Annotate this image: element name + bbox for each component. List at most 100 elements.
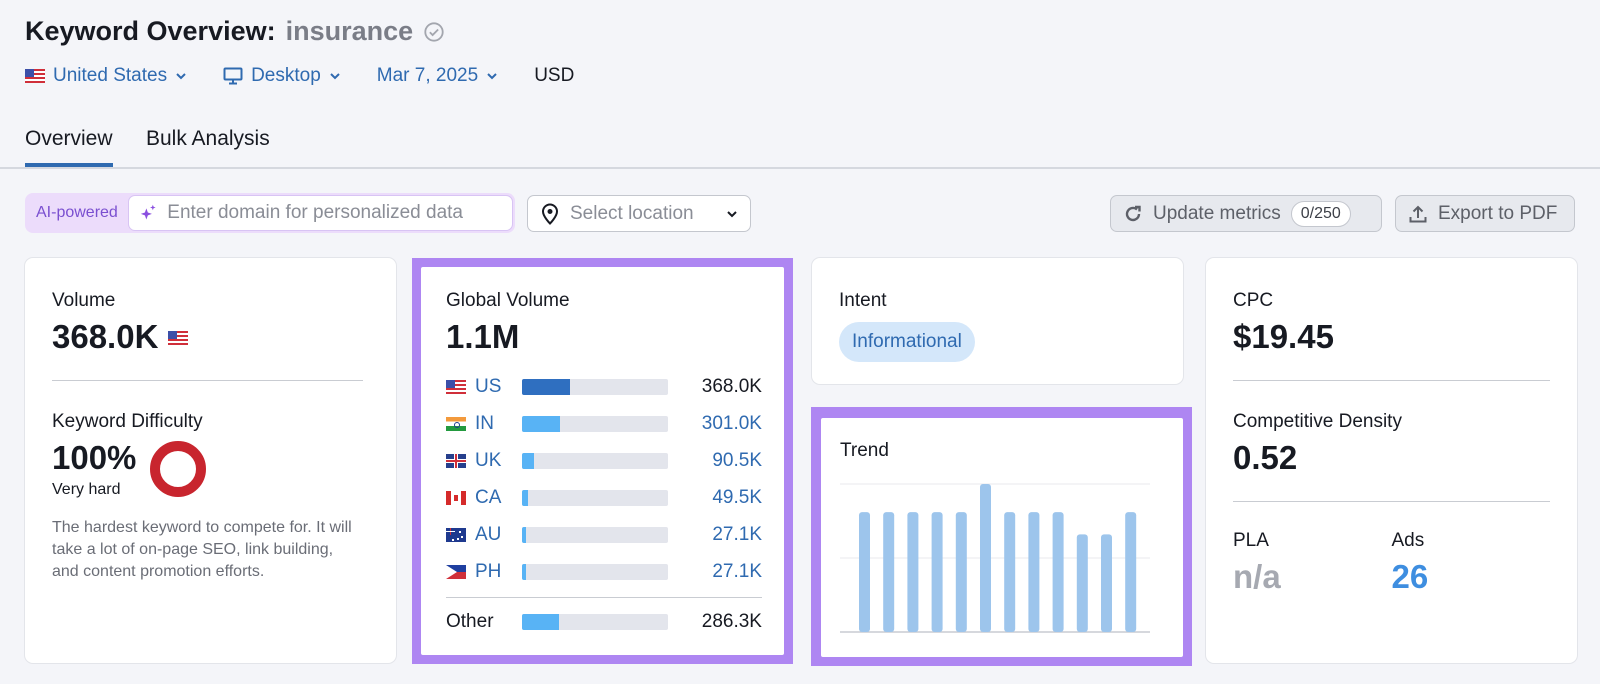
trend-bar-4[interactable] — [931, 512, 943, 632]
country-code[interactable]: PH — [475, 561, 522, 583]
ai-powered-label: AI-powered — [36, 204, 118, 221]
device-dropdown[interactable]: Desktop — [223, 65, 341, 87]
us-flag-icon — [25, 69, 45, 83]
ca-flag-icon — [446, 490, 466, 505]
chevron-down-icon — [176, 73, 186, 80]
country-volume-list: US 368.0K IN 301.0K UK 90.5K CA 49.5K AU 27.1K PH 2… — [446, 368, 762, 590]
divider — [52, 380, 363, 381]
tab-overview[interactable]: Overview — [25, 127, 113, 167]
intent-badge[interactable]: Informational — [839, 322, 975, 362]
volume-bar — [522, 526, 668, 543]
page-header: Keyword Overview: insurance United State… — [25, 16, 574, 87]
difficulty-ring-icon — [150, 441, 207, 497]
desktop-icon — [223, 67, 243, 85]
trend-bar-7[interactable] — [1004, 512, 1016, 632]
trend-bar-5[interactable] — [955, 512, 967, 632]
country-code[interactable]: UK — [475, 450, 522, 472]
location-select[interactable]: Select location — [527, 195, 751, 232]
date-dropdown[interactable]: Mar 7, 2025 — [377, 65, 498, 87]
currency-label: USD — [534, 65, 575, 86]
divider — [1233, 501, 1550, 502]
other-volume-value: 286.3K — [701, 610, 762, 632]
cpc-card: CPC $19.45 Competitive Density 0.52 PLA … — [1206, 258, 1577, 663]
upload-icon — [1409, 205, 1427, 222]
volume-bar — [522, 452, 668, 469]
trend-label: Trend — [840, 440, 889, 461]
export-pdf-label: Export to PDF — [1438, 202, 1558, 224]
ads-value[interactable]: 26 — [1392, 558, 1551, 596]
volume-bar — [522, 563, 668, 580]
trend-bar-11[interactable] — [1101, 534, 1112, 632]
domain-input-wrap[interactable] — [127, 195, 513, 231]
divider — [1233, 380, 1550, 381]
country-row-other[interactable]: Other 286.3K — [446, 603, 762, 640]
sparkle-icon — [140, 204, 156, 220]
location-placeholder: Select location — [570, 202, 694, 224]
volume-bar — [522, 489, 668, 506]
country-volume-value[interactable]: 27.1K — [712, 561, 762, 583]
export-pdf-button[interactable]: Export to PDF — [1395, 195, 1575, 232]
country-code[interactable]: US — [475, 376, 522, 398]
page-title: Keyword Overview: — [25, 16, 276, 46]
ph-flag-icon — [446, 564, 466, 579]
country-row-ca[interactable]: CA 49.5K — [446, 479, 762, 516]
country-code[interactable]: IN — [475, 413, 522, 435]
volume-card: Volume 368.0K Keyword Difficulty 100% Ve… — [25, 258, 396, 663]
volume-value: 368.0K — [52, 318, 159, 355]
in-flag-icon — [446, 416, 466, 431]
country-volume-value: 368.0K — [701, 375, 762, 397]
trend-bar-3[interactable] — [907, 512, 919, 632]
tab-bulk-analysis[interactable]: Bulk Analysis — [146, 127, 270, 163]
pla-label: PLA — [1233, 530, 1269, 551]
keyword-difficulty-label: Keyword Difficulty — [52, 411, 203, 432]
country-row-in[interactable]: IN 301.0K — [446, 405, 762, 442]
us-flag-icon — [168, 331, 189, 345]
country-volume-value[interactable]: 90.5K — [712, 450, 762, 472]
uk-flag-icon — [446, 453, 466, 468]
volume-bar-fill — [522, 489, 528, 506]
update-counter-badge: 0/250 — [1290, 200, 1351, 227]
volume-bar-fill — [522, 378, 571, 395]
country-volume-value[interactable]: 301.0K — [702, 413, 762, 435]
trend-card: Trend — [821, 418, 1183, 657]
country-code[interactable]: CA — [475, 487, 522, 509]
ai-domain-group: AI-powered — [25, 193, 515, 233]
au-flag-icon — [446, 527, 466, 542]
volume-bar-fill — [522, 526, 527, 543]
trend-bar-12[interactable] — [1125, 512, 1137, 632]
trend-bar-9[interactable] — [1052, 512, 1064, 632]
domain-input[interactable] — [167, 202, 502, 224]
trend-bar-8[interactable] — [1028, 512, 1040, 632]
device-label: Desktop — [251, 65, 321, 86]
trend-bar-1[interactable] — [859, 512, 870, 632]
country-row-us[interactable]: US 368.0K — [446, 368, 762, 405]
competitive-density-value: 0.52 — [1233, 439, 1298, 476]
chevron-down-icon — [727, 210, 737, 217]
check-circle-icon — [424, 21, 444, 42]
volume-bar — [522, 613, 668, 630]
country-dropdown[interactable]: United States — [25, 65, 187, 87]
pla-value: n/a — [1233, 558, 1281, 595]
country-row-ph[interactable]: PH 27.1K — [446, 553, 762, 590]
intent-label: Intent — [839, 290, 887, 311]
chevron-down-icon — [330, 73, 340, 80]
update-metrics-button[interactable]: Update metrics 0/250 — [1110, 195, 1382, 232]
cpc-value: $19.45 — [1233, 318, 1334, 355]
country-volume-value[interactable]: 49.5K — [712, 487, 762, 509]
trend-bar-6[interactable] — [980, 484, 991, 632]
trend-chart — [840, 483, 1150, 633]
volume-bar-fill — [522, 452, 534, 469]
country-row-au[interactable]: AU 27.1K — [446, 516, 762, 553]
cpc-label: CPC — [1233, 290, 1274, 311]
date-label: Mar 7, 2025 — [376, 65, 479, 86]
country-row-uk[interactable]: UK 90.5K — [446, 442, 762, 479]
volume-bar — [522, 378, 668, 395]
ads-label: Ads — [1391, 530, 1425, 551]
toolbar: AI-powered Select location Update metric… — [25, 193, 1575, 233]
update-metrics-label: Update metrics — [1153, 202, 1281, 224]
other-label: Other — [446, 610, 494, 632]
trend-bar-2[interactable] — [883, 512, 895, 632]
country-code[interactable]: AU — [475, 524, 522, 546]
country-volume-value[interactable]: 27.1K — [712, 524, 762, 546]
trend-bar-10[interactable] — [1076, 534, 1088, 632]
